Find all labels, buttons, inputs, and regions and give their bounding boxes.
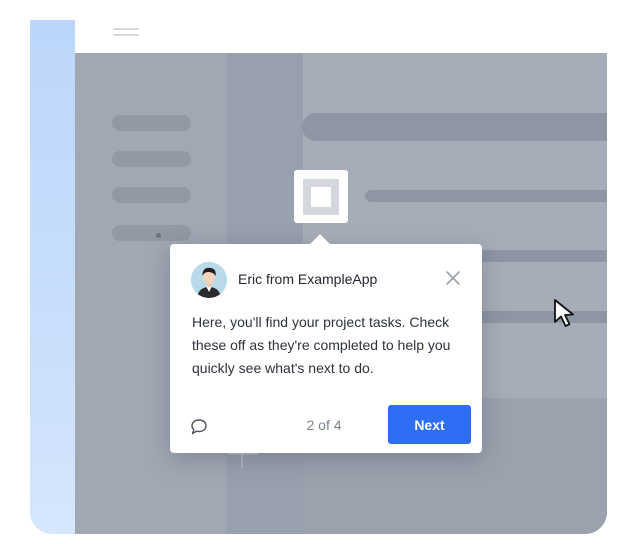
spotlight-target[interactable] (294, 170, 348, 223)
task-row-placeholder (475, 311, 607, 323)
square-icon (303, 179, 339, 215)
sender-name: Eric from ExampleApp (238, 271, 378, 287)
task-row-placeholder (365, 190, 607, 202)
tour-message: Here, you'll find your project tasks. Ch… (192, 314, 451, 376)
speech-bubble-icon[interactable] (189, 417, 209, 437)
sidebar-item-placeholder (112, 151, 191, 167)
sidebar-item-placeholder (112, 115, 191, 131)
crosshair-decoration (228, 438, 258, 468)
close-icon[interactable] (445, 270, 461, 286)
mouse-pointer-icon (553, 298, 579, 330)
sidebar-indicator-dot (156, 233, 161, 238)
left-rail (30, 20, 75, 534)
task-row-placeholder (475, 250, 607, 262)
sidebar-item-placeholder (112, 225, 191, 241)
avatar (191, 262, 227, 298)
product-tour-tooltip: Eric from ExampleApp Here, you'll find y… (170, 244, 482, 453)
sidebar-item-placeholder (112, 187, 191, 203)
step-progress: 2 of 4 (306, 417, 342, 433)
top-bar (75, 20, 607, 53)
header-placeholder (302, 113, 607, 141)
next-button[interactable]: Next (388, 405, 471, 444)
hamburger-menu-icon[interactable] (113, 28, 139, 38)
